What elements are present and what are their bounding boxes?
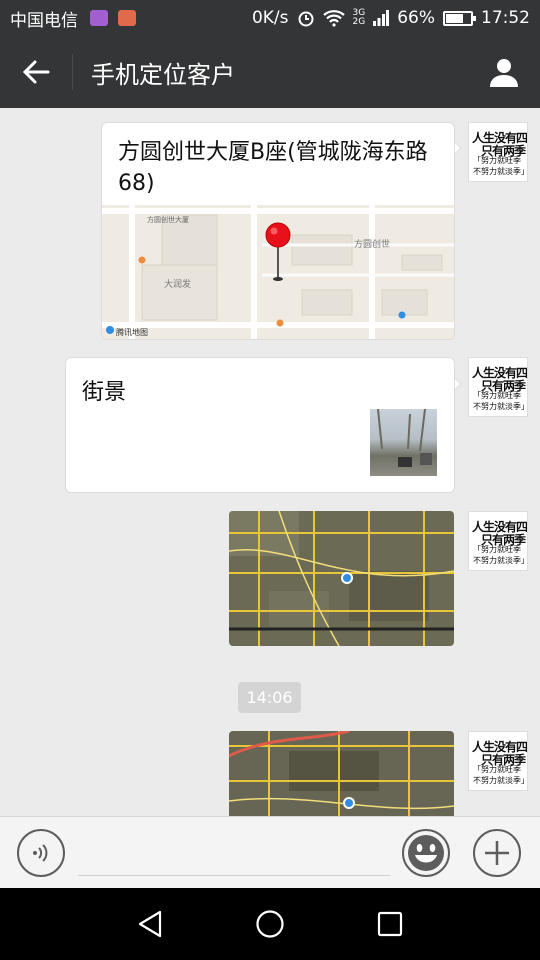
smiley-icon bbox=[408, 835, 444, 871]
signal-icon bbox=[373, 10, 390, 26]
street-view-thumbnail bbox=[370, 408, 437, 476]
battery-percent: 66% bbox=[397, 8, 435, 28]
gallery-notification-icon bbox=[90, 10, 108, 26]
map-label: 大润发 bbox=[164, 280, 192, 290]
battery-icon bbox=[443, 10, 476, 26]
message-input[interactable] bbox=[78, 875, 390, 876]
input-bar bbox=[0, 816, 540, 888]
circle-home-icon bbox=[256, 910, 284, 938]
person-icon bbox=[490, 59, 518, 87]
location-message[interactable]: 方圆创世大厦B座(管城陇海东路68) 方圆创世大厦 方圆创世 大润发 腾讯地图 bbox=[101, 122, 455, 340]
system-nav-bar bbox=[0, 888, 540, 960]
alarm-icon bbox=[298, 11, 313, 27]
screen-record-notification-icon bbox=[118, 10, 136, 26]
satellite-map-message[interactable] bbox=[229, 731, 454, 816]
system-home-button[interactable] bbox=[230, 888, 310, 960]
timestamp-chip: 14:06 bbox=[238, 682, 301, 713]
plus-icon bbox=[485, 841, 509, 865]
carrier-name: 中国电信 bbox=[10, 10, 78, 31]
nav-bar: 手机定位客户 bbox=[0, 36, 540, 108]
more-options-button[interactable] bbox=[473, 829, 521, 877]
square-recents-icon bbox=[377, 911, 403, 937]
location-map: 方圆创世大厦 方圆创世 大润发 腾讯地图 bbox=[102, 205, 454, 339]
map-label: 方圆创世大厦 bbox=[147, 216, 189, 224]
chat-info-button[interactable] bbox=[468, 36, 540, 108]
map-attribution: 腾讯地图 bbox=[116, 328, 148, 337]
back-button[interactable] bbox=[0, 36, 72, 108]
voice-input-button[interactable] bbox=[17, 829, 65, 877]
arrow-left-icon bbox=[22, 60, 50, 84]
chat-title: 手机定位客户 bbox=[91, 60, 235, 89]
wifi-icon bbox=[322, 10, 345, 27]
system-recents-button[interactable] bbox=[350, 888, 430, 960]
street-view-label: 街景 bbox=[82, 380, 127, 405]
street-view-message[interactable]: 街景 bbox=[65, 357, 455, 493]
avatar[interactable]: 人生没有四季 只有两季 「努力就旺季 不努力就淡季」 bbox=[468, 511, 528, 571]
avatar[interactable]: 人生没有四季 只有两季 「努力就旺季 不努力就淡季」 bbox=[468, 357, 528, 417]
location-title: 方圆创世大厦B座(管城陇海东路68) bbox=[118, 140, 428, 196]
status-bar: 中国电信 0K/s 3G 2G 66% 17:52 bbox=[0, 0, 540, 36]
chat-area[interactable]: 方圆创世大厦B座(管城陇海东路68) 方圆创世大厦 方圆创世 大润发 腾讯地图 … bbox=[0, 108, 540, 816]
nav-divider bbox=[72, 54, 73, 90]
system-back-button[interactable] bbox=[110, 888, 190, 960]
avatar[interactable]: 人生没有四季 只有两季 「努力就旺季 不努力就淡季」 bbox=[468, 731, 528, 791]
triangle-back-icon bbox=[138, 910, 162, 938]
emoji-button[interactable] bbox=[402, 829, 450, 877]
network-type: 3G 2G bbox=[352, 8, 366, 27]
clock: 17:52 bbox=[481, 8, 530, 28]
avatar[interactable]: 人生没有四季 只有两季 「努力就旺季 不努力就淡季」 bbox=[468, 122, 528, 182]
satellite-map-message[interactable] bbox=[229, 511, 454, 646]
net-speed: 0K/s bbox=[251, 8, 289, 28]
map-label: 方圆创世 bbox=[354, 240, 391, 250]
voice-icon bbox=[33, 844, 48, 862]
